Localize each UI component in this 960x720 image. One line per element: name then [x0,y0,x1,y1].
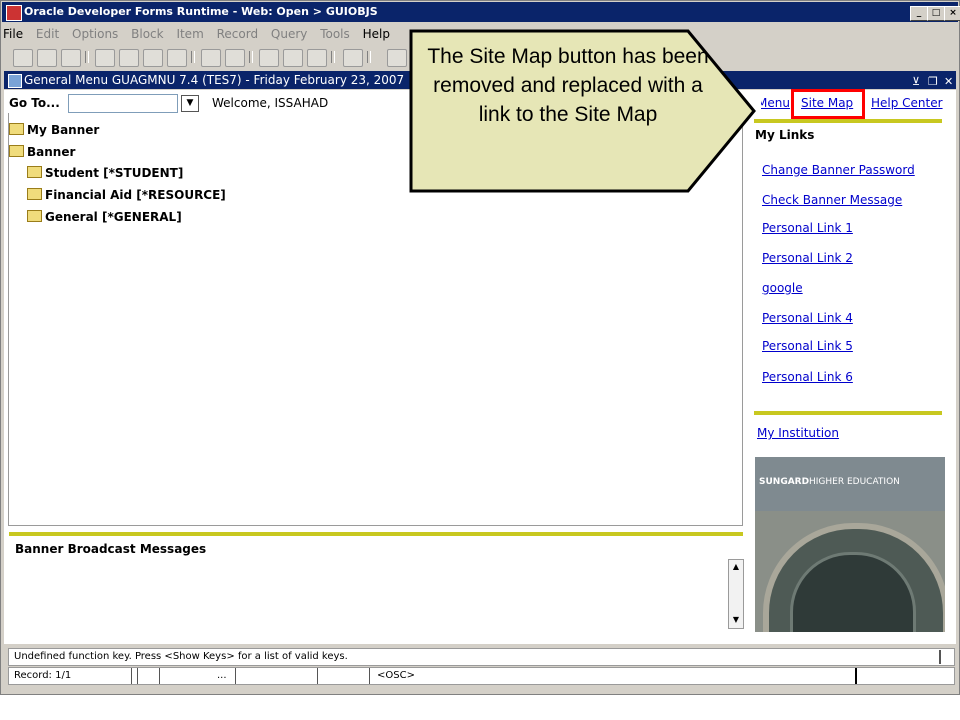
link-personal-4[interactable]: Personal Link 4 [762,311,853,325]
save-icon[interactable] [13,49,33,67]
tree-item-general[interactable]: General [*GENERAL] [27,210,182,224]
folder-open-icon [9,145,24,157]
print-icon[interactable] [61,49,81,67]
tree-item-label: Banner [27,145,76,159]
institution-divider [754,411,942,415]
menu-block[interactable]: Block [131,27,163,41]
list-values-icon[interactable] [343,49,363,67]
enter-query-icon[interactable] [201,49,221,67]
status-ellipsis: ... [217,670,227,681]
banner-brand: SUNGARD [759,477,810,487]
menu-query[interactable]: Query [271,27,307,41]
prev-block-icon[interactable] [95,49,115,67]
status-indicator [939,650,941,664]
tree-item-banner[interactable]: Banner [9,145,75,159]
broadcast-heading: Banner Broadcast Messages [15,542,207,556]
tree-item-student[interactable]: Student [*STUDENT] [27,166,183,180]
menu-help[interactable]: Help [363,27,390,41]
folder-icon [27,188,42,200]
link-personal-5[interactable]: Personal Link 5 [762,339,853,353]
chevron-down-icon: ▼ [186,98,194,108]
link-personal-6[interactable]: Personal Link 6 [762,370,853,384]
window-title: Oracle Developer Forms Runtime - Web: Op… [24,5,378,18]
tree-item-label: Financial Aid [*RESOURCE] [45,188,226,202]
menu-record[interactable]: Record [217,27,258,41]
restore-form-icon[interactable]: ❐ [928,73,938,91]
menu-file[interactable]: File [3,27,23,41]
folder-icon [27,210,42,222]
rollback-icon[interactable] [37,49,57,67]
close-button[interactable]: × [944,6,960,21]
form-icon [8,74,22,88]
app-icon [6,5,22,21]
goto-label: Go To... [9,96,60,110]
my-institution-link[interactable]: My Institution [757,426,839,440]
help-center-link[interactable]: Help Center [871,96,943,110]
record-status-bar: Record: 1/1 ... <OSC> [8,667,955,685]
banner-tagline: HIGHER EDUCATION [809,477,900,487]
status-separator [369,668,370,684]
link-personal-1[interactable]: Personal Link 1 [762,221,853,235]
link-change-password[interactable]: Change Banner Password [762,163,915,177]
tree-item-my-banner[interactable]: My Banner [9,123,99,137]
goto-input[interactable] [68,94,178,113]
execute-query-icon[interactable] [225,49,245,67]
scroll-up-icon[interactable]: ▲ [730,561,742,573]
my-links-divider [754,119,942,123]
status-separator [159,668,160,684]
remove-record-icon[interactable] [283,49,303,67]
callout-text: The Site Map button has been removed and… [427,45,709,126]
scroll-down-icon[interactable]: ▼ [730,614,742,626]
toolbar-separator [249,51,253,63]
status-separator [235,668,236,684]
minimize-button[interactable]: _ [910,6,928,21]
status-separator [317,668,318,684]
menu-bar: File Edit Options Block Item Record Quer… [3,24,399,44]
insert-record-icon[interactable] [259,49,279,67]
tree-item-financial-aid[interactable]: Financial Aid [*RESOURCE] [27,188,226,202]
toolbar-separator [367,51,371,63]
tree-item-label: My Banner [27,123,100,137]
next-record-icon[interactable] [167,49,187,67]
menu-edit[interactable]: Edit [36,27,59,41]
toolbar [3,45,413,69]
menu-item[interactable]: Item [176,27,203,41]
menu-options[interactable]: Options [72,27,118,41]
window-title-bar: Oracle Developer Forms Runtime - Web: Op… [2,2,960,22]
menu-tools[interactable]: Tools [320,27,350,41]
maximize-button[interactable]: □ [927,6,945,21]
toolbar-separator [85,51,89,63]
status-message: Undefined function key. Press <Show Keys… [14,651,348,662]
folder-icon [9,123,24,135]
my-links-heading: My Links [755,128,815,142]
status-osc: <OSC> [377,670,415,681]
site-map-highlight [791,89,865,119]
status-message-bar: Undefined function key. Press <Show Keys… [8,648,955,666]
institution-banner-image: SUNGARD HIGHER EDUCATION [755,457,945,632]
form-title: General Menu GUAGMNU 7.4 (TES7) - Friday… [24,73,405,87]
print-screen-icon[interactable] [387,49,407,67]
status-separator [131,668,132,684]
link-google[interactable]: google [762,281,803,295]
tree-item-label: Student [*STUDENT] [45,166,184,180]
delete-record-icon[interactable] [307,49,327,67]
toolbar-separator [331,51,335,63]
prev-record-icon[interactable] [143,49,163,67]
folder-icon [27,166,42,178]
welcome-text: Welcome, ISSAHAD [212,96,329,110]
status-separator [137,668,138,684]
close-form-icon[interactable]: ✕ [944,73,953,91]
tree-item-label: General [*GENERAL] [45,210,182,224]
status-separator [855,668,857,684]
broadcast-divider [9,532,743,536]
link-personal-2[interactable]: Personal Link 2 [762,251,853,265]
toolbar-separator [191,51,195,63]
record-counter: Record: 1/1 [14,670,72,681]
minimize-form-icon[interactable]: ⊻ [912,73,920,91]
link-check-message[interactable]: Check Banner Message [762,193,902,207]
menu-link[interactable]: Menu [761,96,790,110]
goto-dropdown-button[interactable]: ▼ [181,95,199,112]
broadcast-scrollbar[interactable]: ▲ ▼ [728,559,744,629]
next-block-icon[interactable] [119,49,139,67]
